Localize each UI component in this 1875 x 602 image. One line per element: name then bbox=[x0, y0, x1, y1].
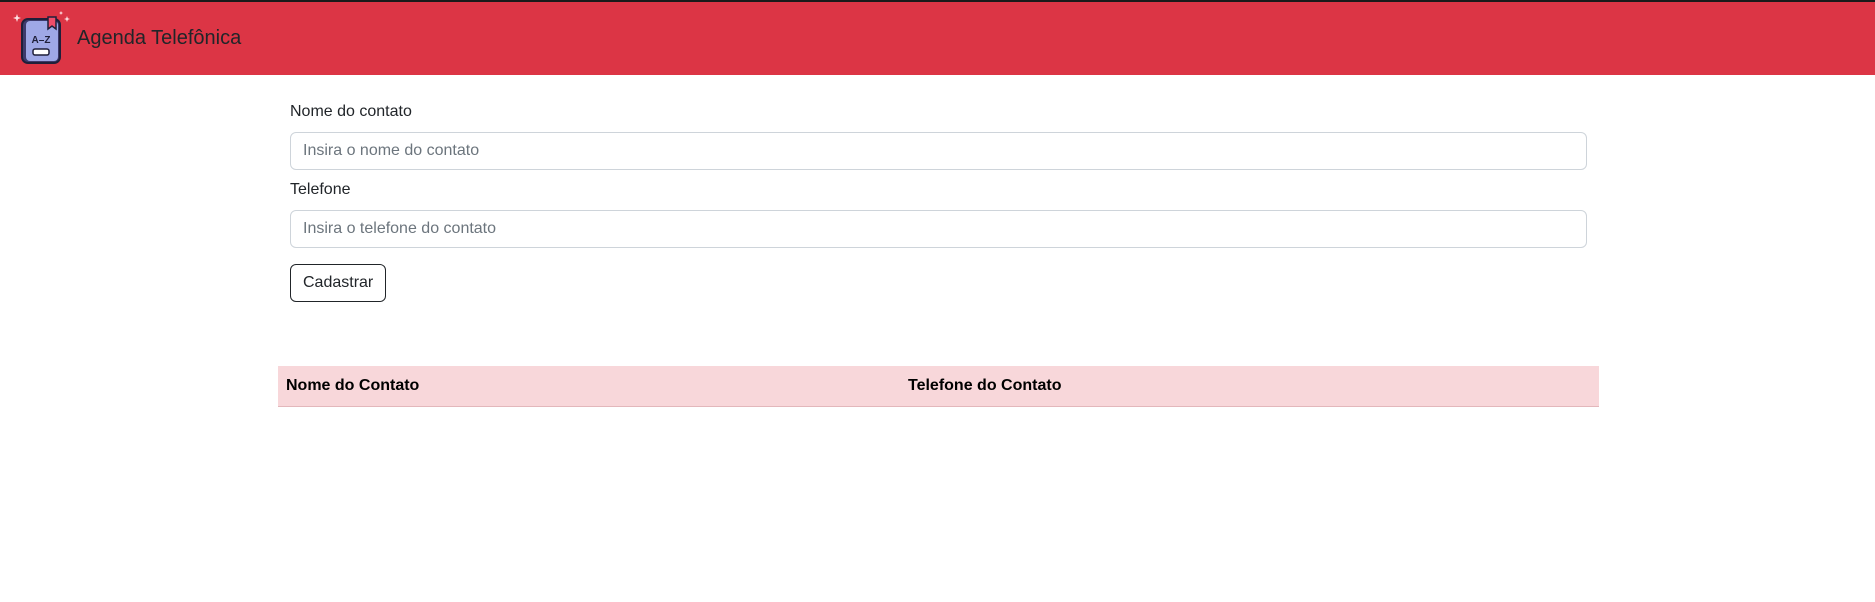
name-field-group: Nome do contato bbox=[290, 100, 1587, 170]
contact-form: Nome do contato Telefone Cadastrar bbox=[290, 100, 1587, 302]
phone-book-icon: A–Z bbox=[13, 10, 70, 64]
contacts-table: Nome do Contato Telefone do Contato bbox=[278, 366, 1599, 407]
column-header-name: Nome do Contato bbox=[278, 366, 900, 407]
name-input[interactable] bbox=[290, 132, 1587, 170]
column-header-phone: Telefone do Contato bbox=[900, 366, 1599, 407]
navbar: A–Z Agenda Telefônica bbox=[0, 0, 1875, 75]
app-title: Agenda Telefônica bbox=[77, 27, 242, 49]
name-label: Nome do contato bbox=[290, 103, 412, 120]
table-header-row: Nome do Contato Telefone do Contato bbox=[278, 366, 1599, 407]
phone-label: Telefone bbox=[290, 181, 351, 198]
navbar-brand[interactable]: A–Z Agenda Telefônica bbox=[12, 9, 241, 69]
phone-input[interactable] bbox=[290, 210, 1587, 248]
register-button[interactable]: Cadastrar bbox=[290, 264, 387, 302]
phone-field-group: Telefone bbox=[290, 178, 1587, 248]
svg-text:A–Z: A–Z bbox=[32, 35, 51, 46]
contacts-table-wrapper: Nome do Contato Telefone do Contato bbox=[278, 366, 1599, 407]
